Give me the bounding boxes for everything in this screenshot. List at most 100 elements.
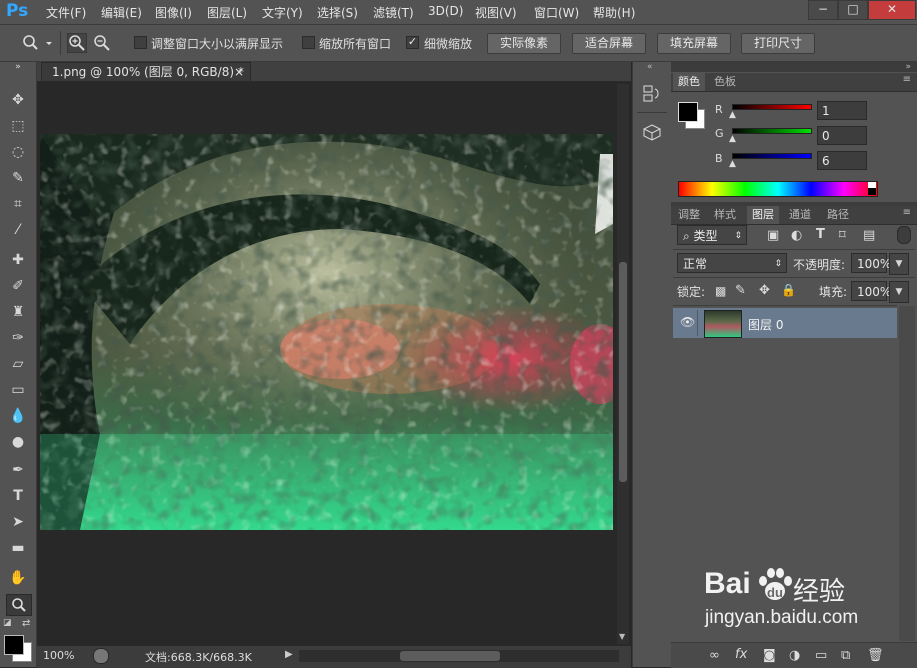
status-menu-arrow-icon[interactable]: ▶: [285, 649, 293, 660]
menu-file[interactable]: 文件(F): [46, 4, 86, 21]
filter-pixel-layers-icon[interactable]: ▣: [767, 228, 779, 243]
green-slider[interactable]: [732, 128, 812, 134]
close-button[interactable]: ✕: [868, 0, 916, 20]
image-canvas[interactable]: [40, 134, 613, 530]
blue-slider[interactable]: [732, 153, 812, 159]
zoom-all-windows-checkbox[interactable]: [302, 36, 315, 49]
layer-row[interactable]: 👁 图层 0: [673, 308, 897, 338]
move-tool-icon[interactable]: ✥: [6, 90, 30, 110]
fit-screen-button[interactable]: 适合屏幕: [572, 33, 646, 54]
blue-slider-handle-icon[interactable]: ▲: [729, 159, 736, 169]
lock-position-icon[interactable]: ✥: [759, 283, 770, 298]
opacity-dropdown-icon[interactable]: ▼: [889, 253, 909, 275]
clone-stamp-tool-icon[interactable]: ♜: [6, 302, 30, 322]
adjustment-layer-icon[interactable]: ◑: [789, 648, 800, 663]
history-brush-tool-icon[interactable]: ✑: [6, 328, 30, 348]
blend-mode-select[interactable]: 正常 ⇕: [677, 253, 787, 273]
eyedropper-tool-icon[interactable]: ⁄: [6, 220, 30, 240]
menu-type[interactable]: 文字(Y): [262, 4, 303, 21]
filter-toggle-switch[interactable]: [897, 226, 911, 244]
opacity-input[interactable]: 100%: [851, 253, 891, 273]
menu-select[interactable]: 选择(S): [317, 4, 358, 21]
filter-shape-layers-icon[interactable]: ⌑: [839, 228, 846, 243]
print-size-button[interactable]: 打印尺寸: [741, 33, 815, 54]
fill-dropdown-icon[interactable]: ▼: [889, 281, 909, 303]
properties-panel-icon[interactable]: [643, 124, 661, 142]
tab-channels[interactable]: 通道: [784, 206, 816, 224]
zoom-in-icon[interactable]: [67, 33, 87, 53]
menu-window[interactable]: 窗口(W): [534, 4, 579, 21]
healing-brush-tool-icon[interactable]: ✚: [6, 250, 30, 270]
dodge-tool-icon[interactable]: ●: [6, 432, 30, 452]
lasso-tool-icon[interactable]: ◌: [6, 142, 30, 162]
collapse-toolbar-icon[interactable]: »: [6, 62, 30, 72]
layers-panel-menu-icon[interactable]: ≡: [903, 207, 911, 218]
scrubby-zoom-checkbox[interactable]: ✓: [406, 36, 419, 49]
eraser-tool-icon[interactable]: ▱: [6, 354, 30, 374]
pen-tool-icon[interactable]: ✒: [6, 460, 30, 480]
horizontal-scroll-thumb[interactable]: [400, 651, 500, 661]
eye-visibility-icon[interactable]: 👁: [680, 315, 695, 329]
collapse-panels-icon[interactable]: »: [905, 62, 911, 72]
maximize-button[interactable]: □: [838, 0, 868, 20]
actual-pixels-button[interactable]: 实际像素: [487, 33, 561, 54]
lock-all-icon[interactable]: 🔒: [781, 283, 796, 297]
color-panel-menu-icon[interactable]: ≡: [903, 74, 911, 85]
green-value-input[interactable]: 0: [817, 126, 867, 145]
path-selection-tool-icon[interactable]: ➤: [6, 512, 30, 532]
crop-tool-icon[interactable]: ⌗: [6, 194, 30, 214]
scroll-down-icon[interactable]: ▼: [619, 632, 625, 641]
foreground-color-swatch[interactable]: [4, 635, 24, 655]
layer-name[interactable]: 图层 0: [748, 316, 783, 333]
tab-styles[interactable]: 样式: [709, 206, 741, 224]
expand-dock-icon[interactable]: «: [647, 62, 653, 72]
delete-layer-icon[interactable]: 🗑: [867, 648, 884, 663]
tab-paths[interactable]: 路径: [822, 206, 854, 224]
layers-list-scrollbar[interactable]: [899, 306, 915, 641]
layer-mask-icon[interactable]: ◙: [763, 648, 776, 663]
swap-colors-icon[interactable]: ⇄: [22, 618, 30, 629]
tab-adjustments[interactable]: 调整: [673, 206, 705, 224]
menu-image[interactable]: 图像(I): [155, 4, 192, 21]
red-slider[interactable]: [732, 104, 812, 110]
color-panel-foreground-swatch[interactable]: [678, 102, 698, 122]
brush-tool-icon[interactable]: ✐: [6, 276, 30, 296]
history-panel-icon[interactable]: [643, 84, 661, 104]
tab-color[interactable]: 颜色: [673, 73, 705, 91]
filter-adjustment-layers-icon[interactable]: ◐: [791, 228, 802, 243]
menu-filter[interactable]: 滤镜(T): [373, 4, 414, 21]
red-value-input[interactable]: 1: [817, 101, 867, 120]
zoom-tool-preset-icon[interactable]: [22, 34, 52, 52]
document-tab[interactable]: 1.png @ 100% (图层 0, RGB/8) * ×: [41, 62, 251, 81]
layer-filter-select[interactable]: ⌕ 类型 ⇕: [677, 225, 747, 245]
color-spectrum-bar[interactable]: [678, 181, 878, 197]
link-layers-icon[interactable]: ∞: [709, 648, 720, 663]
quick-select-tool-icon[interactable]: ✎: [6, 168, 30, 188]
fill-screen-button[interactable]: 填充屏幕: [657, 33, 731, 54]
gradient-tool-icon[interactable]: ▭: [6, 380, 30, 400]
menu-edit[interactable]: 编辑(E): [101, 4, 142, 21]
tab-layers[interactable]: 图层: [747, 206, 779, 224]
menu-view[interactable]: 视图(V): [475, 4, 517, 21]
filter-type-layers-icon[interactable]: T: [816, 227, 825, 242]
status-info-icon[interactable]: [93, 648, 109, 664]
default-colors-icon[interactable]: ◪: [3, 618, 12, 628]
green-slider-handle-icon[interactable]: ▲: [729, 134, 736, 144]
zoom-level[interactable]: 100%: [43, 649, 74, 662]
new-group-icon[interactable]: ▭: [815, 648, 827, 663]
filter-smart-objects-icon[interactable]: ▤: [863, 228, 875, 243]
tab-swatches[interactable]: 色板: [709, 73, 741, 91]
blue-value-input[interactable]: 6: [817, 151, 867, 170]
new-layer-icon[interactable]: ⧉: [841, 648, 850, 663]
menu-help[interactable]: 帮助(H): [593, 4, 635, 21]
hand-tool-icon[interactable]: ✋: [6, 568, 30, 588]
menu-layer[interactable]: 图层(L): [207, 4, 247, 21]
menu-3d[interactable]: 3D(D): [428, 4, 463, 18]
close-tab-icon[interactable]: ×: [234, 63, 244, 82]
resize-windows-checkbox[interactable]: [134, 36, 147, 49]
blur-tool-icon[interactable]: 💧: [6, 406, 30, 426]
minimize-button[interactable]: −: [808, 0, 838, 20]
red-slider-handle-icon[interactable]: ▲: [729, 110, 736, 120]
zoom-out-icon[interactable]: [92, 33, 112, 53]
marquee-tool-icon[interactable]: ⬚: [6, 116, 30, 136]
